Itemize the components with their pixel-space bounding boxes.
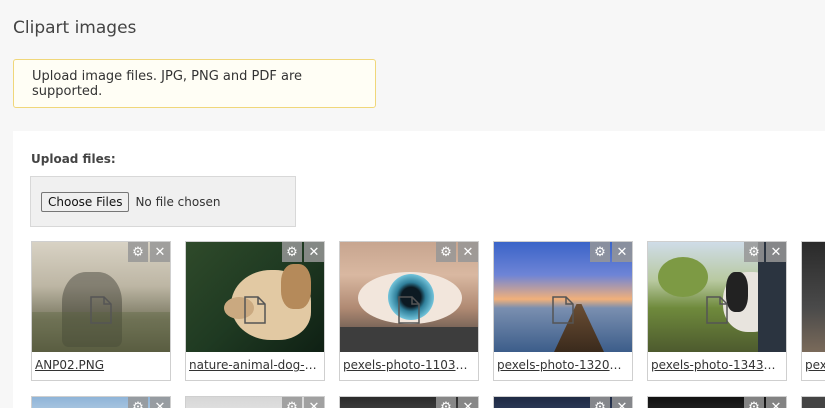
gear-icon[interactable]: ⚙ [436,242,456,262]
clipart-tile[interactable]: ⚙ ✕ pexels-photo-1320684.jpeg [493,241,633,381]
gear-icon[interactable]: ⚙ [744,397,764,408]
gear-icon[interactable]: ⚙ [590,397,610,408]
tile-caption[interactable]: pexels-photo-1343818.jpeg [651,358,783,372]
file-icon [90,296,112,324]
clipart-tile[interactable]: ⚙ ✕ [185,396,325,408]
tile-tools: ⚙ ✕ [590,397,632,408]
clipart-tile[interactable]: ⚙ ✕ [31,396,171,408]
tile-tools: ⚙ ✕ [128,397,170,408]
clipart-tile[interactable]: ⚙ ✕ pexels-photo-1343818.jpeg [647,241,787,381]
close-icon[interactable]: ✕ [150,397,170,408]
upload-panel: Upload files: Choose Files No file chose… [13,131,825,408]
tile-tools: ⚙ ✕ [282,242,324,262]
gear-icon[interactable]: ⚙ [590,242,610,262]
gear-icon[interactable]: ⚙ [128,242,148,262]
upload-label: Upload files: [31,152,116,166]
file-input-box: Choose Files No file chosen [30,176,296,227]
file-status: No file chosen [135,194,221,209]
gear-icon[interactable]: ⚙ [744,242,764,262]
gear-icon[interactable]: ⚙ [436,397,456,408]
file-icon [706,296,728,324]
clipart-tile[interactable]: ⚙ ✕ pexels-photo-1103818.jpeg [339,241,479,381]
gear-icon[interactable]: ⚙ [128,397,148,408]
clipart-tile[interactable]: ⚙ ✕ nature-animal-dog-pet.jpg [185,241,325,381]
close-icon[interactable]: ✕ [612,242,632,262]
file-icon [398,296,420,324]
close-icon[interactable]: ✕ [766,242,786,262]
close-icon[interactable]: ✕ [304,242,324,262]
gear-icon[interactable]: ⚙ [282,242,302,262]
close-icon[interactable]: ✕ [612,397,632,408]
page-title: Clipart images [13,18,137,38]
tile-tools: ⚙ ✕ [282,397,324,408]
tile-tools: ⚙ ✕ [128,242,170,262]
tile-caption[interactable]: pexels-photo-1320684.jpeg [497,358,629,372]
thumbnail [802,242,825,352]
clipart-tile[interactable]: ⚙ ✕ [647,396,787,408]
clipart-tile[interactable]: ⚙ ✕ [493,396,633,408]
tile-tools: ⚙ ✕ [744,397,786,408]
choose-files-button[interactable]: Choose Files [41,191,130,212]
tile-tools: ⚙ ✕ [436,397,478,408]
close-icon[interactable]: ✕ [766,397,786,408]
close-icon[interactable]: ✕ [304,397,324,408]
tile-caption[interactable]: ANP02.PNG [35,358,167,372]
gear-icon[interactable]: ⚙ [282,397,302,408]
file-icon [244,296,266,324]
tile-caption[interactable]: nature-animal-dog-pet.jpg [189,358,321,372]
clipart-tile[interactable] [801,396,825,408]
tile-tools: ⚙ ✕ [590,242,632,262]
tile-caption[interactable]: pexels-photo [805,358,825,372]
close-icon[interactable]: ✕ [458,242,478,262]
notice-text: Upload image files. JPG, PNG and PDF are… [32,68,302,99]
file-icon [552,296,574,324]
clipart-tile[interactable]: ⚙ ✕ ANP02.PNG [31,241,171,381]
tile-tools: ⚙ ✕ [436,242,478,262]
clipart-tile[interactable]: pexels-photo [801,241,825,381]
clipart-grid: ⚙ ✕ ANP02.PNG ⚙ ✕ nature-animal-dog-pet.… [31,241,825,408]
tile-caption[interactable]: pexels-photo-1103818.jpeg [343,358,475,372]
tile-tools: ⚙ ✕ [744,242,786,262]
close-icon[interactable]: ✕ [150,242,170,262]
upload-notice: Upload image files. JPG, PNG and PDF are… [13,59,376,108]
clipart-tile[interactable]: ⚙ ✕ [339,396,479,408]
close-icon[interactable]: ✕ [458,397,478,408]
